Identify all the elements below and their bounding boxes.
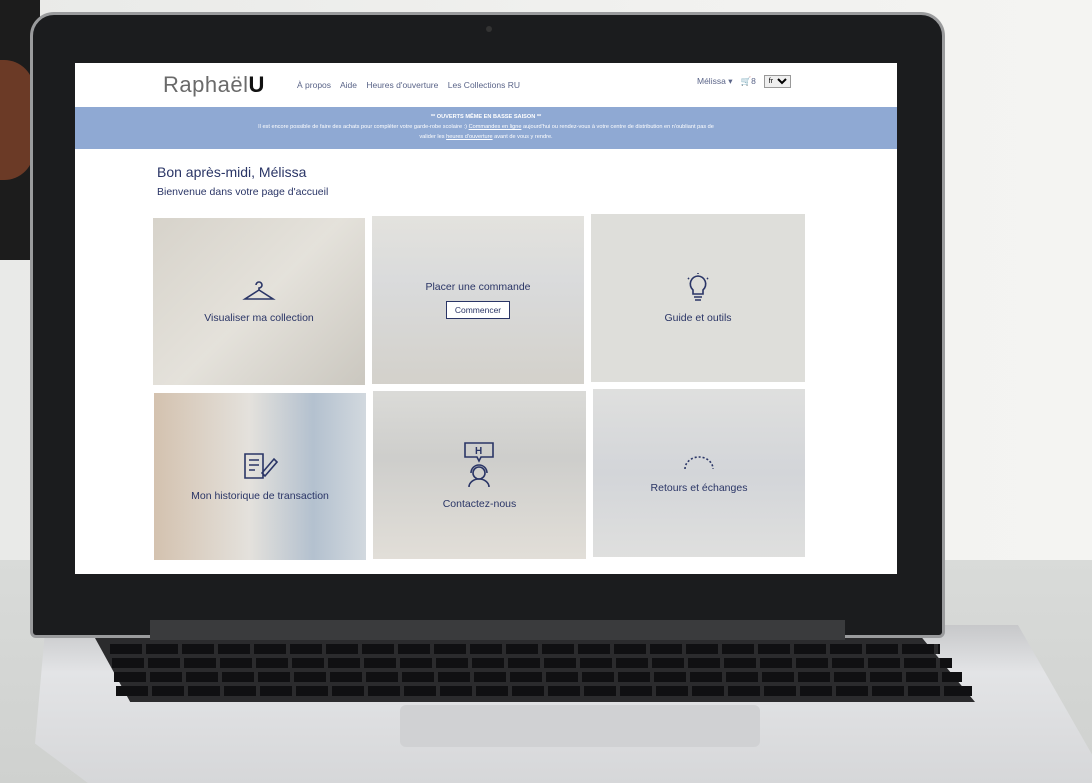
key-row [114,672,962,682]
tile-contact-us[interactable]: H Contactez-nous [373,391,586,559]
tile-label: Guide et outils [664,311,732,324]
document-pen-icon [242,451,279,484]
camera [486,26,492,32]
tile-content: Retours et échanges [650,453,748,494]
nav-link-hours[interactable]: Heures d'ouverture [366,80,438,90]
banner-text: aujourd'hui ou rendez-vous à votre centr… [521,124,714,130]
user-menu[interactable]: Mélissa ▾ [697,76,732,87]
tile-returns-exchanges[interactable]: Retours et échanges [593,389,805,557]
tile-content: Placer une commande Commencer [425,281,531,319]
cart-count: 8 [751,76,756,86]
top-nav: RaphaëlU À propos Aide Heures d'ouvertur… [75,63,897,107]
banner-line-1: Il est encore possible de faire des acha… [75,122,897,132]
start-button[interactable]: Commencer [445,301,511,319]
key-row [112,658,952,668]
tile-transaction-history[interactable]: Mon historique de transaction [154,393,366,560]
cart[interactable]: 🛒8 [740,76,755,87]
nav-link-help[interactable]: Aide [340,80,357,90]
online-orders-link[interactable]: Commandes en ligne [469,124,522,130]
browser-screen: RaphaëlU À propos Aide Heures d'ouvertur… [75,63,897,574]
opening-hours-link[interactable]: heures d'ouverture [446,134,492,140]
banner-text: avant de vous y rendre. [492,134,553,140]
tile-label: Retours et échanges [650,481,748,494]
tile-label: Contactez-nous [442,497,517,510]
logo-accent: U [248,72,265,97]
nav-links: À propos Aide Heures d'ouverture Les Col… [297,80,527,90]
banner-title: ** OUVERTS MÊME EN BASSE SAISON ** [430,114,542,120]
tile-label: Placer une commande [425,281,531,293]
tile-content: Visualiser ma collection [204,279,314,324]
greeting-title: Bon après-midi, Mélissa [157,164,307,180]
key-row [110,644,940,654]
nav-link-about[interactable]: À propos [297,80,331,90]
cart-icon: 🛒 [740,76,752,86]
hinge [150,620,845,640]
tile-content: Mon historique de transaction [191,451,329,502]
football [0,60,34,180]
measuring-tape-icon [681,453,717,476]
support-agent-icon: H [457,441,501,492]
lightbulb-icon [685,272,711,306]
tile-guide-tools[interactable]: Guide et outils [591,214,805,382]
tile-place-order[interactable]: Placer une commande Commencer [372,216,584,384]
welcome-subtitle: Bienvenue dans votre page d'accueil [157,186,329,198]
banner-line-2: valider les heures d'ouverture avant de … [75,132,897,142]
logo-text: Raphaël [163,72,249,97]
banner-text: valider les [419,134,447,140]
hanger-icon [242,279,276,306]
tile-label: Mon historique de transaction [191,490,329,502]
user-name: Mélissa [697,76,726,86]
tile-label: Visualiser ma collection [204,312,314,324]
chevron-down-icon: ▾ [728,76,733,86]
banner-text: Il est encore possible de faire des acha… [258,124,469,130]
nav-link-collections[interactable]: Les Collections RU [448,80,520,90]
svg-text:H: H [475,446,482,457]
tile-view-collection[interactable]: Visualiser ma collection [153,218,365,385]
language-select[interactable]: fr [763,75,791,88]
key-row [116,686,972,696]
site-logo[interactable]: RaphaëlU [163,72,265,98]
info-banner: ** OUVERTS MÊME EN BASSE SAISON ** Il es… [75,107,897,149]
trackpad [400,705,760,747]
tile-content: Guide et outils [664,272,732,324]
tile-content: H Contactez-nous [442,441,517,510]
nav-right: Mélissa ▾ 🛒8 fr [697,75,791,88]
